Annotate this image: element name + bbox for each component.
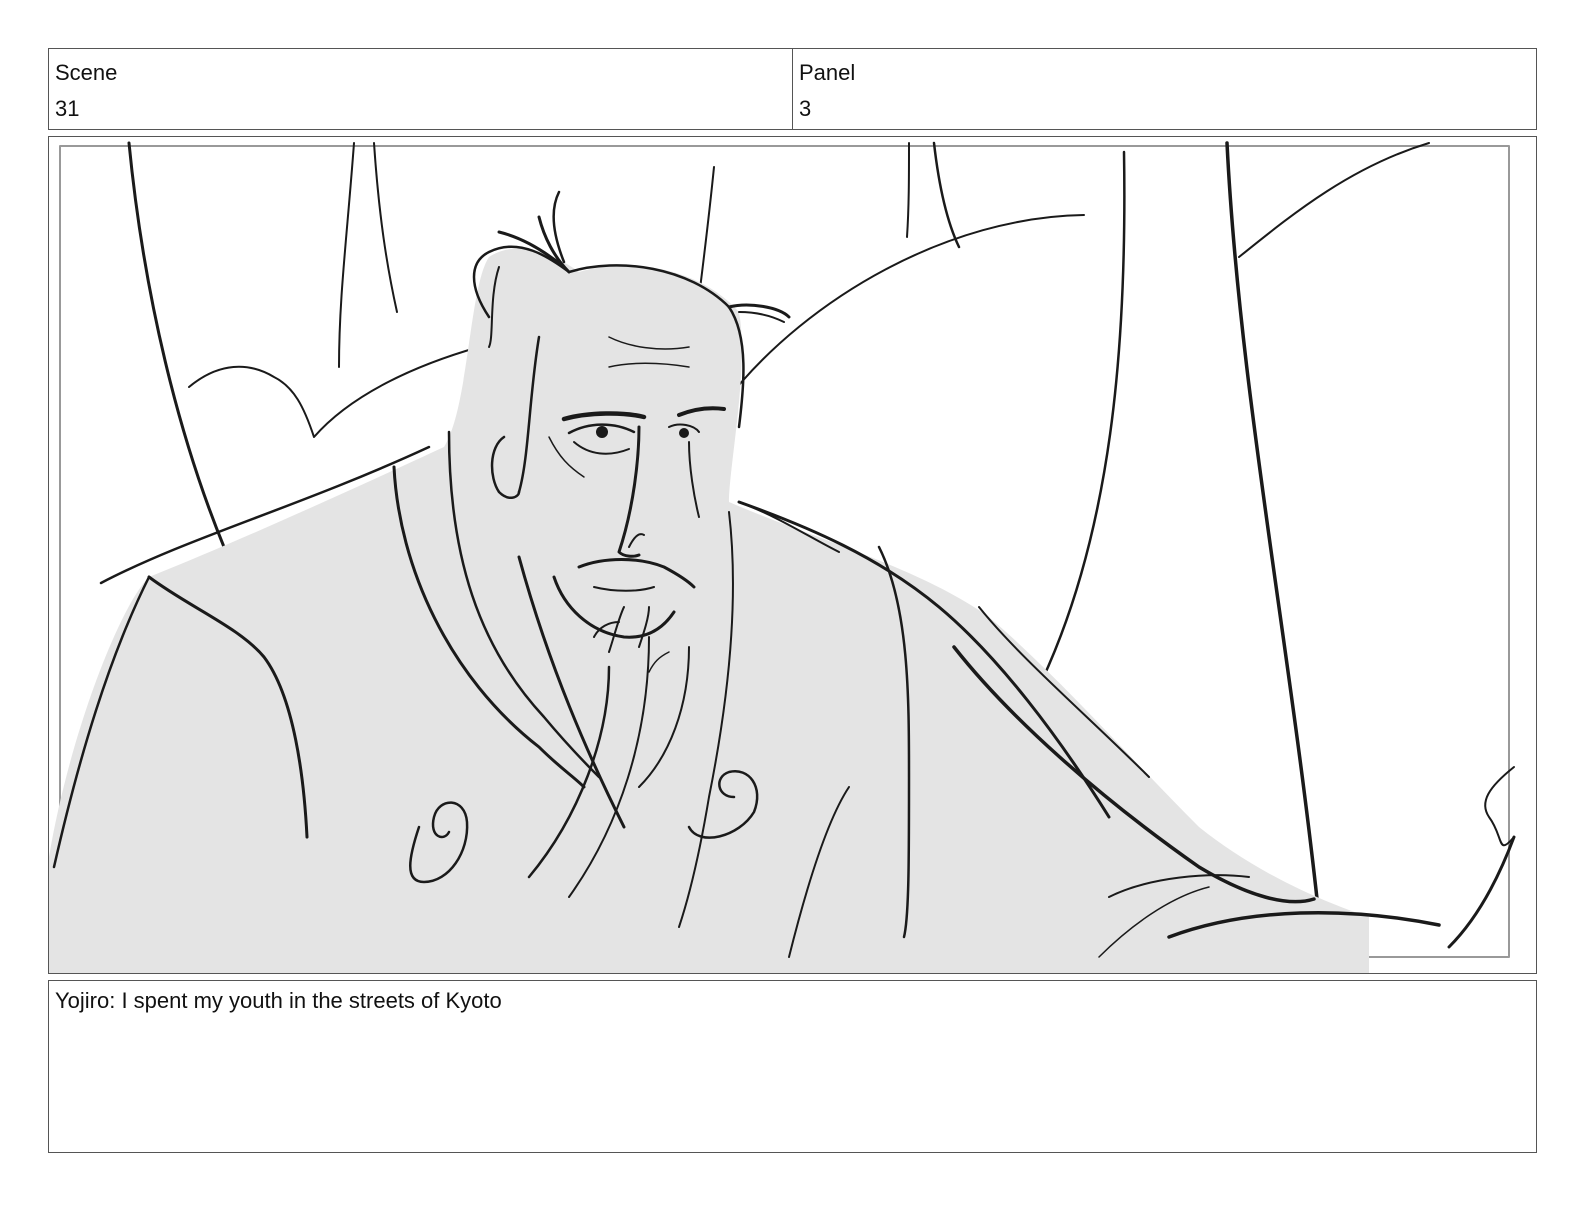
- dialogue-text: Yojiro: I spent my youth in the streets …: [55, 988, 502, 1013]
- panel-sketch: [49, 141, 1516, 973]
- storyboard-panel-frame: [48, 136, 1537, 974]
- character-fill: [49, 248, 1369, 973]
- dialogue-caption-box: Yojiro: I spent my youth in the streets …: [48, 980, 1537, 1153]
- scene-number: 31: [55, 96, 80, 121]
- storyboard-header: Scene 31 Panel 3: [48, 48, 1537, 130]
- scene-cell: Scene 31: [49, 49, 792, 129]
- scene-label: Scene: [55, 60, 118, 85]
- panel-number: 3: [799, 96, 812, 121]
- panel-label: Panel: [799, 60, 856, 85]
- panel-cell: Panel 3: [792, 49, 1536, 129]
